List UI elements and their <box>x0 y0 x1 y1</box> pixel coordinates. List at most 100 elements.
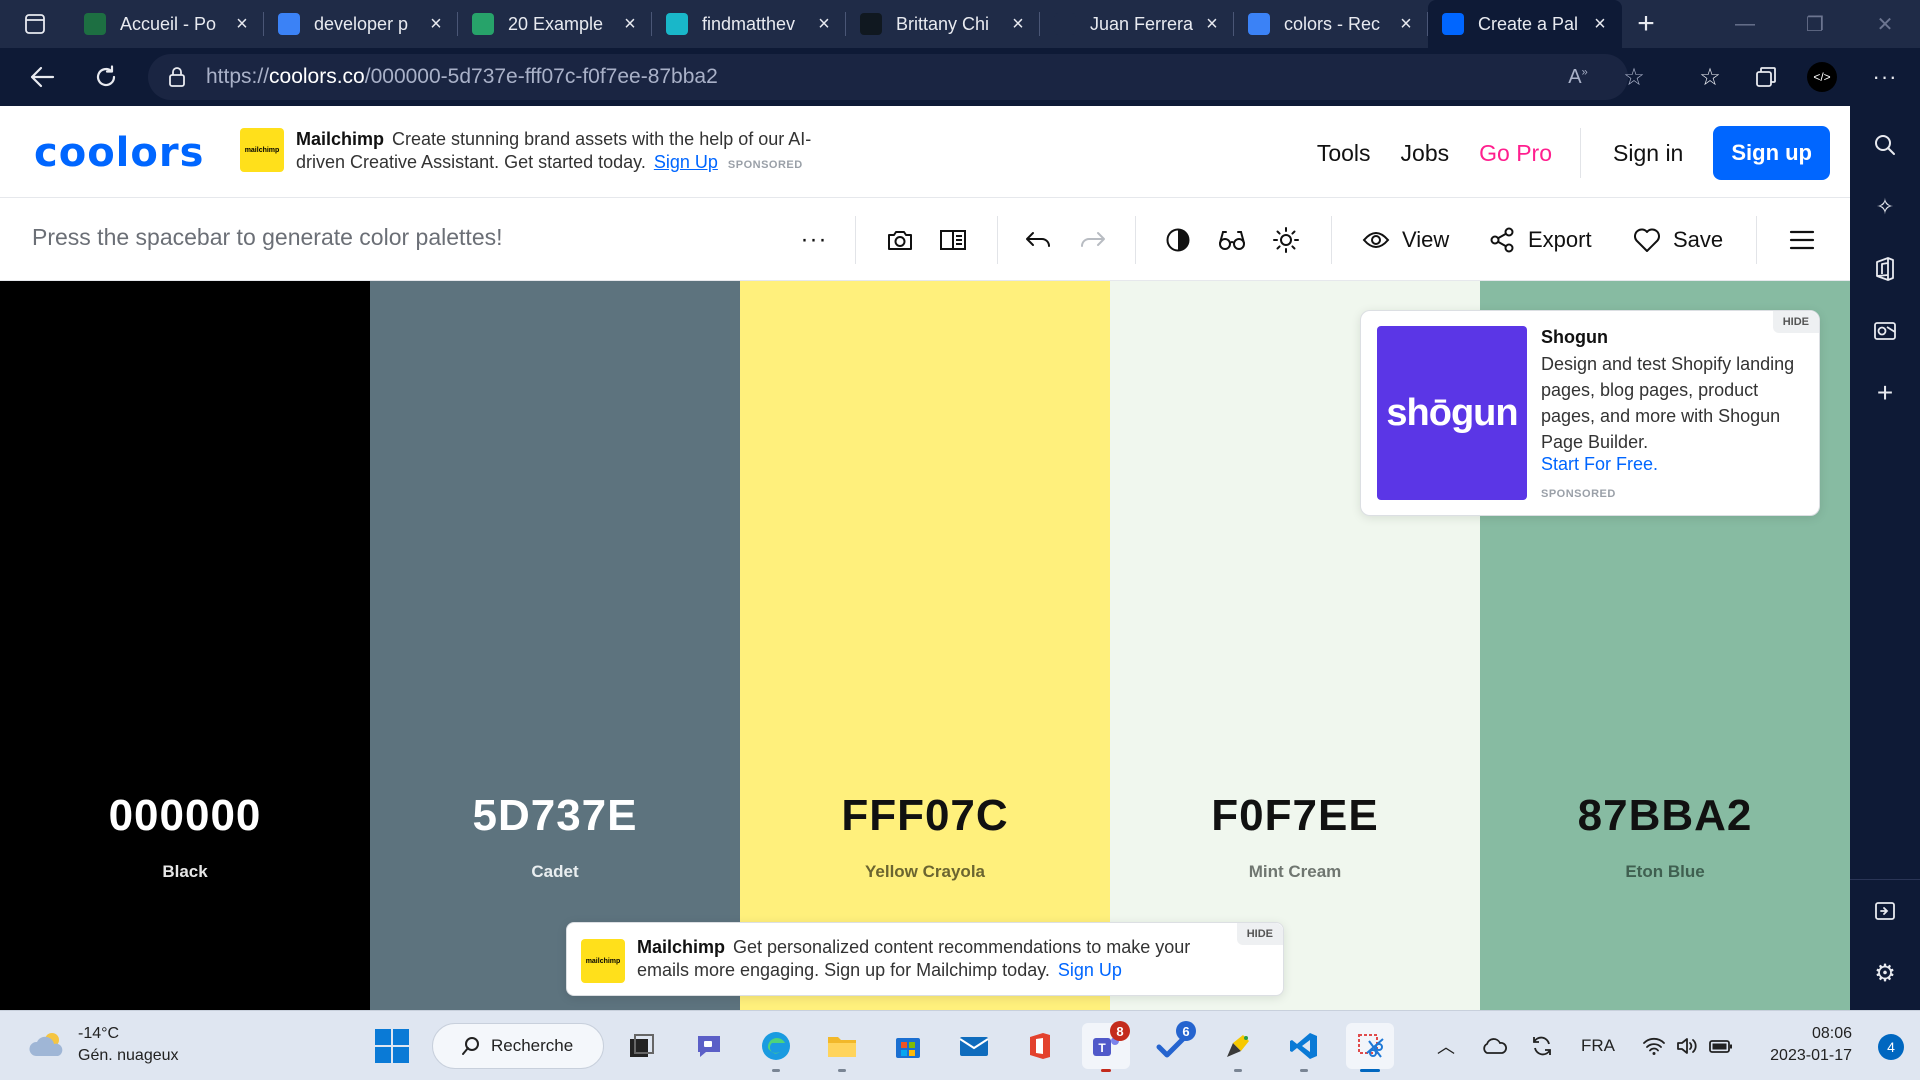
swatch-hex-code[interactable]: F0F7EE <box>1110 791 1480 841</box>
minimize-button[interactable]: — <box>1710 0 1780 48</box>
start-button[interactable] <box>374 1028 410 1069</box>
mail-app[interactable] <box>950 1023 998 1069</box>
sidebar-add-button[interactable]: + <box>1850 362 1920 424</box>
shogun-ad-card[interactable]: shōgun Shogun Design and test Shopify la… <box>1360 310 1820 516</box>
swatch-color-name[interactable]: Mint Cream <box>1110 862 1480 882</box>
swatch-hex-code[interactable]: 5D737E <box>370 791 740 841</box>
tab-close-icon[interactable]: × <box>618 13 642 36</box>
browser-tab[interactable]: Juan Ferrera × <box>1040 0 1234 48</box>
more-menu-button[interactable]: ··· <box>1850 48 1920 106</box>
todo-app[interactable]: 6 <box>1148 1021 1196 1069</box>
onedrive-tray[interactable] <box>1476 1023 1512 1069</box>
teams-chat-app[interactable] <box>685 1023 733 1069</box>
swatch-color-name[interactable]: Cadet <box>370 862 740 882</box>
teams-app[interactable]: T8 <box>1082 1021 1130 1072</box>
office-app[interactable] <box>1016 1023 1064 1069</box>
browser-tab[interactable]: Accueil - Po × <box>70 0 264 48</box>
browser-tab[interactable]: Brittany Chi × <box>846 0 1040 48</box>
browser-tab[interactable]: Create a Pal × <box>1428 0 1622 48</box>
swatch-hex-code[interactable]: FFF07C <box>740 791 1110 841</box>
devtools-button[interactable]: </> <box>1794 48 1850 106</box>
hamburger-menu-button[interactable] <box>1786 198 1818 281</box>
browser-tab[interactable]: colors - Rec × <box>1234 0 1428 48</box>
swatch-hex-code[interactable]: 000000 <box>0 791 370 841</box>
browser-tab[interactable]: findmatthev × <box>652 0 846 48</box>
hide-ad-button[interactable]: HIDE <box>1236 923 1283 945</box>
tab-close-icon[interactable]: × <box>1394 13 1418 36</box>
microsoft-store-app[interactable] <box>884 1023 932 1069</box>
vscode-app[interactable] <box>1280 1023 1328 1072</box>
back-button[interactable] <box>10 48 74 106</box>
swatch-color-name[interactable]: Yellow Crayola <box>740 862 1110 882</box>
url-field[interactable]: https://coolors.co/000000-5d737e-fff07c-… <box>148 54 1628 100</box>
palette-view-toggle-button[interactable] <box>933 198 973 281</box>
sign-in-link[interactable]: Sign in <box>1613 140 1683 167</box>
sidebar-search-button[interactable] <box>1850 114 1920 176</box>
color-swatch[interactable]: FFF07C Yellow Crayola <box>740 281 1110 1010</box>
sponsor-signup-link[interactable]: Sign Up <box>654 152 718 172</box>
task-view-button[interactable] <box>617 1023 665 1069</box>
tab-close-icon[interactable]: × <box>424 13 448 36</box>
weather-widget[interactable]: -14°C Gén. nuageux <box>28 1023 179 1067</box>
browser-tab[interactable]: 20 Example × <box>458 0 652 48</box>
sidebar-outlook-button[interactable] <box>1850 300 1920 362</box>
read-aloud-button[interactable]: A» <box>1550 48 1606 106</box>
browser-tab[interactable]: developer p × <box>264 0 458 48</box>
nav-tools[interactable]: Tools <box>1317 140 1371 167</box>
export-button[interactable]: Export <box>1488 198 1592 281</box>
inkscape-app[interactable] <box>1214 1023 1262 1072</box>
sidebar-settings-button[interactable]: ⚙ <box>1850 942 1920 1004</box>
sidebar-hide-button[interactable] <box>1850 879 1920 941</box>
snipping-tool-app[interactable] <box>1346 1023 1394 1072</box>
edge-app[interactable] <box>752 1023 800 1072</box>
bottom-ad-signup-link[interactable]: Sign Up <box>1058 960 1122 980</box>
hide-ad-button[interactable]: HIDE <box>1772 311 1819 333</box>
tab-close-icon[interactable]: × <box>230 13 254 36</box>
close-window-button[interactable]: ✕ <box>1850 0 1920 48</box>
nav-jobs[interactable]: Jobs <box>1401 140 1450 167</box>
adjust-palette-button[interactable] <box>1266 198 1306 281</box>
sign-up-button[interactable]: Sign up <box>1713 126 1830 180</box>
tab-close-icon[interactable]: × <box>1200 13 1224 36</box>
network-volume-battery[interactable] <box>1638 1023 1738 1069</box>
file-explorer-app[interactable] <box>818 1023 866 1072</box>
coolors-logo[interactable]: coolors <box>34 130 204 176</box>
taskbar-search[interactable]: Recherche <box>432 1023 604 1069</box>
color-blindness-button[interactable] <box>1212 198 1252 281</box>
mailchimp-bottom-ad[interactable]: mailchimp Mailchimp Get personalized cont… <box>566 922 1284 996</box>
new-tab-button[interactable]: + <box>1622 7 1670 41</box>
refresh-button[interactable] <box>74 48 138 106</box>
more-options-button[interactable]: ··· <box>794 198 834 281</box>
redo-icon <box>1081 231 1105 247</box>
ad-cta-link[interactable]: Start For Free. <box>1541 454 1658 475</box>
windows-logo-icon <box>375 1029 409 1063</box>
view-button[interactable]: View <box>1362 198 1449 281</box>
swatch-color-name[interactable]: Black <box>0 862 370 882</box>
contrast-checker-button[interactable] <box>1158 198 1198 281</box>
add-favorite-button[interactable]: ☆ <box>1606 48 1662 106</box>
tab-close-icon[interactable]: × <box>1006 13 1030 36</box>
maximize-button[interactable]: ❐ <box>1780 0 1850 48</box>
clock[interactable]: 08:06 2023-01-17 <box>1770 1023 1852 1067</box>
collections-button[interactable] <box>1738 48 1794 106</box>
swatch-hex-code[interactable]: 87BBA2 <box>1480 791 1850 841</box>
sidebar-discover-button[interactable]: ✧ <box>1850 176 1920 238</box>
save-button[interactable]: Save <box>1633 198 1723 281</box>
undo-button[interactable] <box>1018 198 1058 281</box>
nav-go-pro[interactable]: Go Pro <box>1479 140 1552 167</box>
tab-close-icon[interactable]: × <box>812 13 836 36</box>
color-swatch[interactable]: 5D737E Cadet <box>370 281 740 1010</box>
show-hidden-icons-button[interactable]: ︿ <box>1428 1023 1464 1069</box>
tab-actions-button[interactable] <box>0 0 70 48</box>
notification-count-badge[interactable]: 4 <box>1878 1034 1904 1060</box>
color-swatch[interactable]: 000000 Black <box>0 281 370 1010</box>
favorites-button[interactable]: ☆ <box>1682 48 1738 106</box>
sync-tray[interactable] <box>1524 1023 1560 1069</box>
redo-button[interactable] <box>1073 198 1113 281</box>
image-picker-button[interactable] <box>880 198 920 281</box>
language-indicator[interactable]: FRA <box>1578 1023 1618 1069</box>
header-sponsor-ad[interactable]: mailchimp Mailchimp Create stunning brand… <box>240 128 860 177</box>
swatch-color-name[interactable]: Eton Blue <box>1480 862 1850 882</box>
sidebar-office-button[interactable] <box>1850 238 1920 300</box>
tab-close-icon[interactable]: × <box>1588 13 1612 36</box>
